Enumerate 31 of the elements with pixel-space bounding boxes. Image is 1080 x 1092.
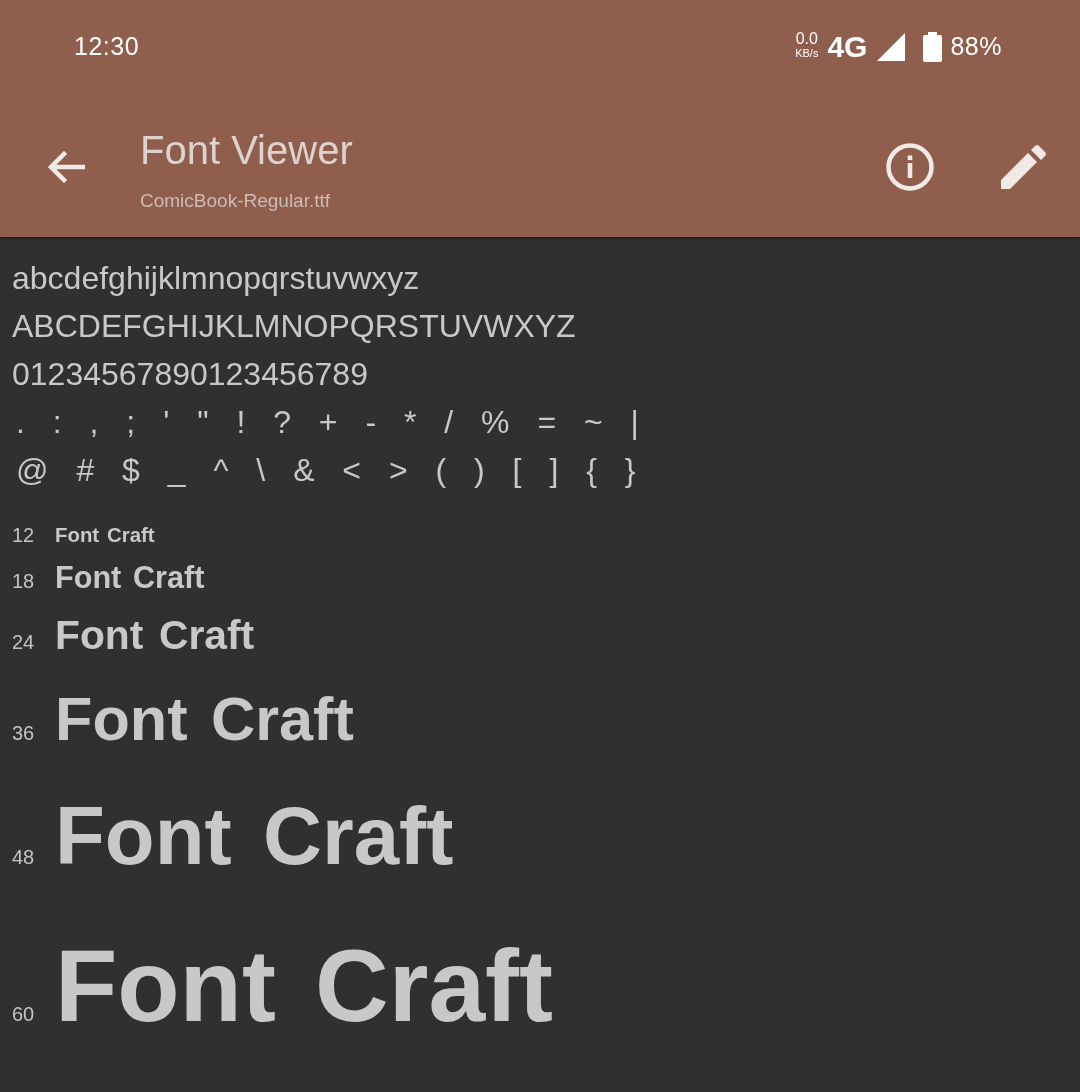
font-size-label: 12 [12,523,36,547]
battery-icon [923,32,943,62]
toolbar-subtitle: ComicBook-Regular.ttf [140,188,332,213]
network-type: 4G [827,32,868,62]
battery-percentage: 88% [950,31,1002,63]
font-size-label: 48 [12,845,36,870]
font-sample-text: Font Craft [55,684,354,756]
font-sample-text: Font Craft [55,559,205,597]
font-sample-text: Font Craft [55,611,255,661]
font-sample-text: Font Craft [55,523,155,548]
network-speed: 0.0 [795,30,818,47]
glyph-preview-line: abcdefghijklmnopqrstuvwxyz [12,259,420,298]
back-arrow-icon [47,150,85,183]
glyph-preview-line: @ # $ _ ^ \ & < > ( ) [ ] { } [15,451,636,490]
signal-icon [877,33,906,61]
network-speed-unit: KB/s [795,47,819,60]
glyph-preview-line: . : , ; ' " ! ? + - * / % = ~ | [15,403,639,442]
font-size-label: 18 [12,569,36,594]
clock-time: 12:30 [74,31,140,63]
font-sample-text: Font Craft [55,789,454,884]
font-size-label: 36 [12,721,36,746]
glyph-preview-line: ABCDEFGHIJKLMNOPQRSTUVWXYZ [12,307,576,346]
font-sample-text: Font Craft [55,927,554,1045]
glyph-preview-line: 01234567890123456789 [12,355,368,394]
info-button[interactable] [886,142,934,191]
font-size-label: 24 [12,630,36,655]
info-icon [886,142,934,191]
pencil-icon [1000,144,1046,189]
font-size-label: 60 [12,1001,36,1026]
edit-button[interactable] [1000,143,1046,190]
toolbar-title: Font Viewer [140,126,353,174]
